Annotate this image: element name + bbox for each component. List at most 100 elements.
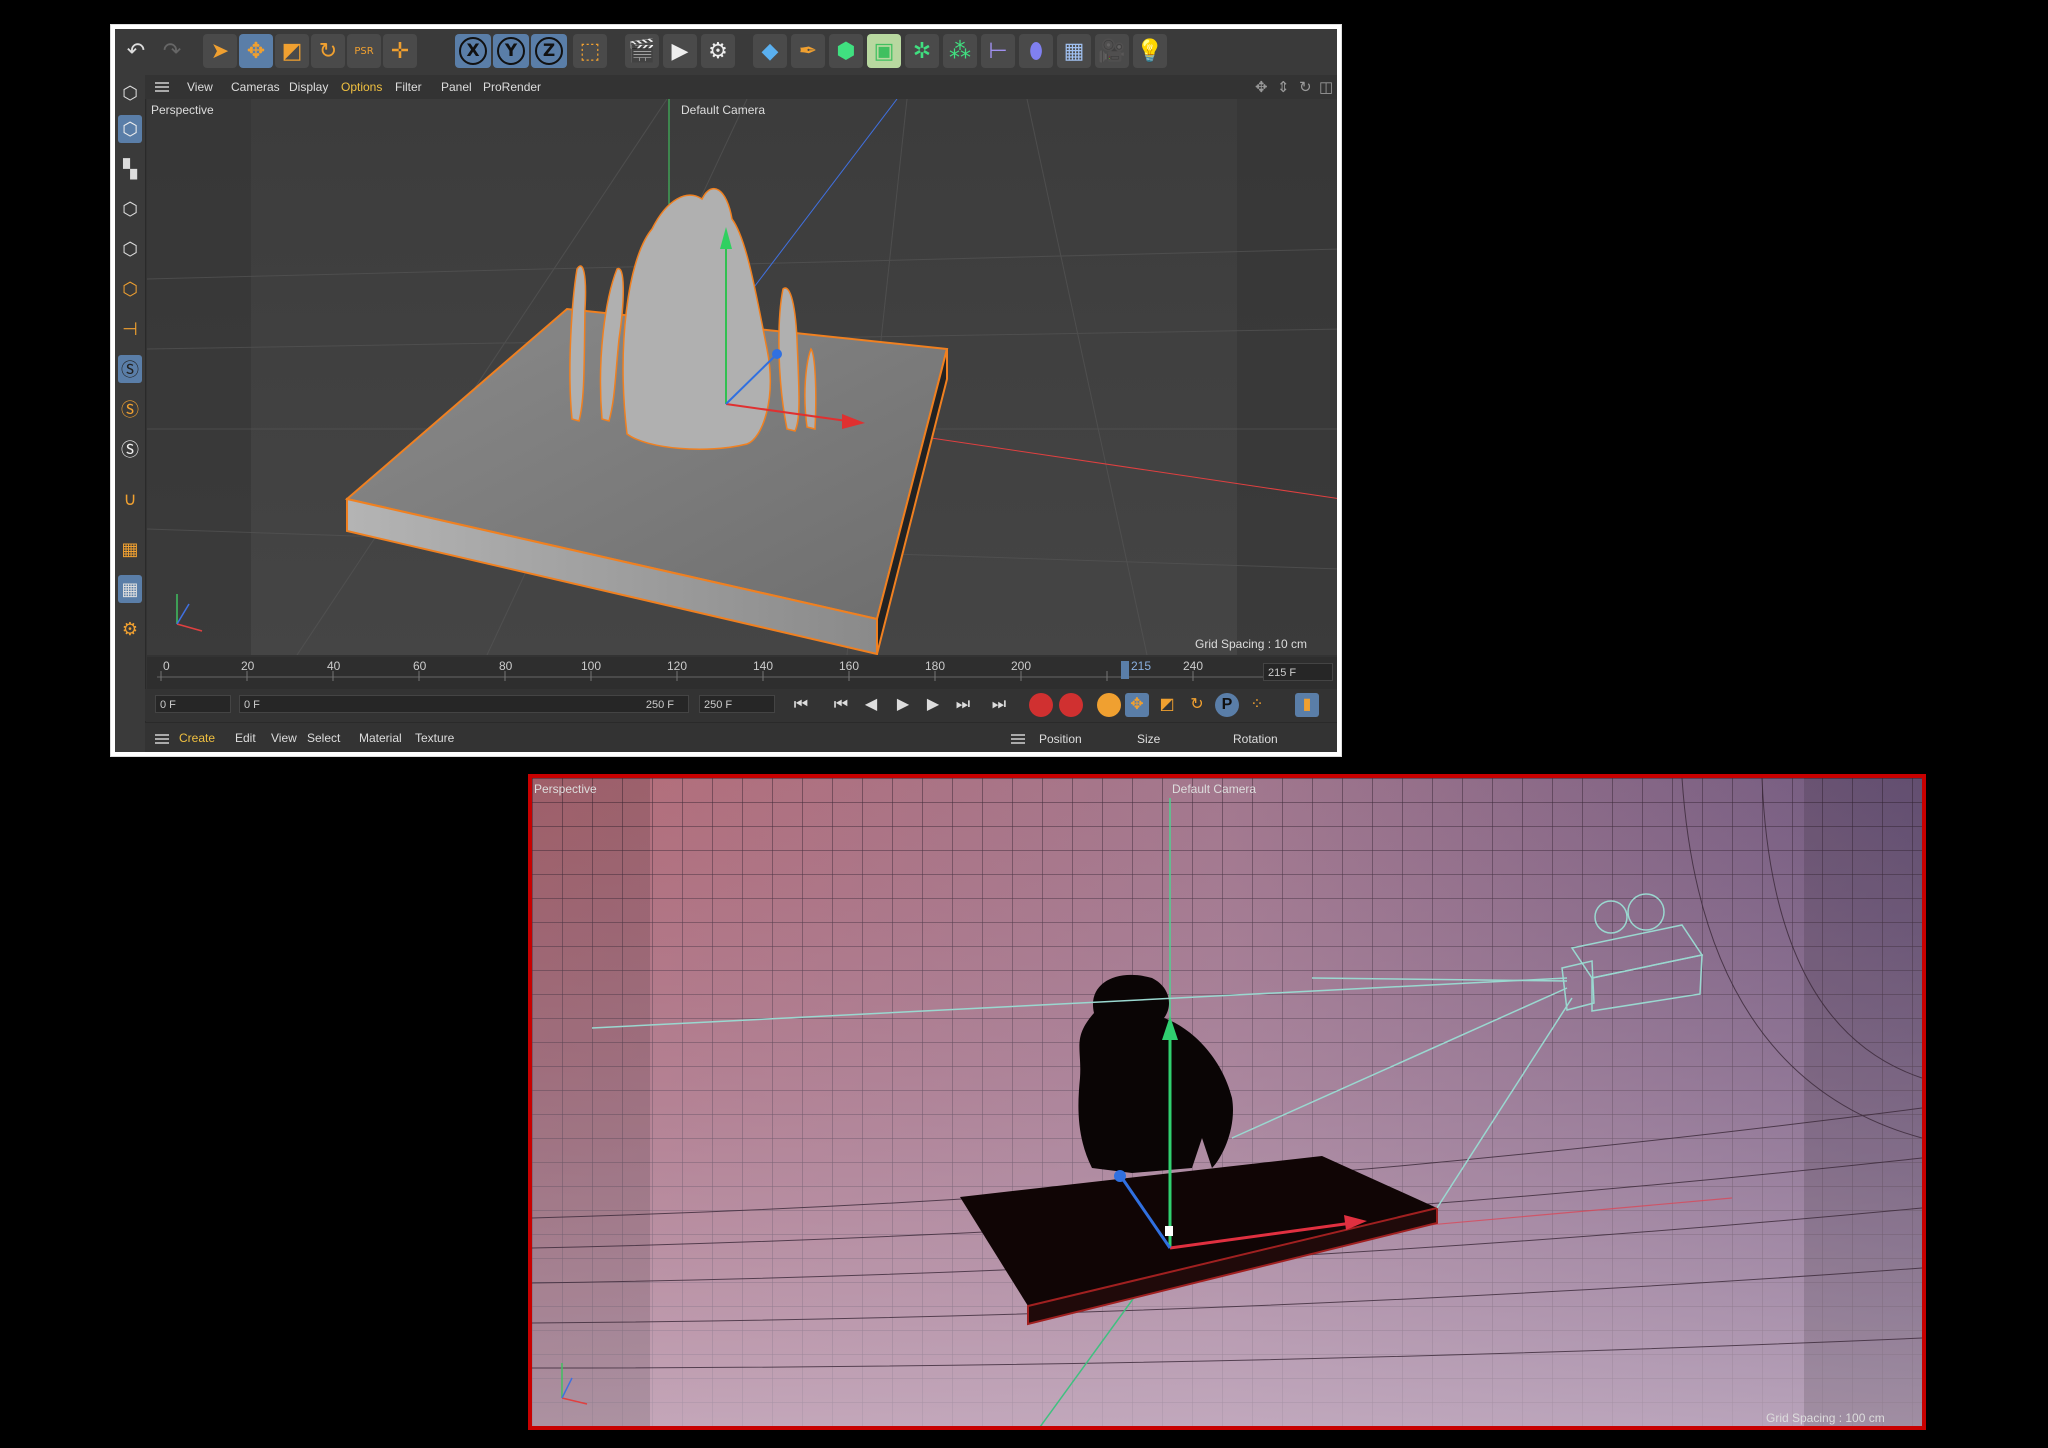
goto-start-icon[interactable]: ⏮ <box>789 693 813 717</box>
menu-material[interactable]: Material <box>359 731 402 745</box>
timeline-tick-200: 200 <box>1011 659 1032 673</box>
field-icon[interactable]: ⬮ <box>1019 34 1053 68</box>
z-axis-lock-button[interactable]: Z <box>531 34 567 68</box>
menu-view[interactable]: View <box>187 80 213 94</box>
snap-settings-icon[interactable]: Ⓢ <box>118 395 142 423</box>
timeline-tick-120: 120 <box>667 659 688 673</box>
timeline-scale <box>157 661 1277 681</box>
y-axis-label: Y <box>497 37 525 65</box>
viewport-layout-icon[interactable]: ◫ <box>1319 78 1333 96</box>
material-menu-icon[interactable] <box>155 734 169 744</box>
prev-frame-icon[interactable]: ◀ <box>859 693 883 717</box>
viewport-scene <box>147 99 1337 655</box>
key-selection-icon[interactable] <box>1097 693 1121 717</box>
range-slider[interactable]: 0 F 250 F <box>239 695 689 713</box>
texture-mode-icon[interactable]: ▚ <box>118 155 142 183</box>
deformer-icon[interactable]: ⊢ <box>981 34 1015 68</box>
menu-select[interactable]: Select <box>307 731 340 745</box>
generator-icon[interactable]: ✲ <box>905 34 939 68</box>
move-icon[interactable]: ✥ <box>239 34 273 68</box>
timeline-tick-160: 160 <box>839 659 860 673</box>
object-mode-icon[interactable]: ⬡ <box>118 115 142 143</box>
c4d-main-area: ↶ ↷ ➤ ✥ ◩ ↻ PSR ✛ X Y Z ⬚ 🎬 ▶ ⚙ ◆ ✒ ⬢ ▣ … <box>115 29 1337 752</box>
menu-view-bottom[interactable]: View <box>271 731 297 745</box>
next-key-icon[interactable]: ⏭ <box>951 693 975 717</box>
menu-panel[interactable]: Panel <box>441 80 472 94</box>
grid-icon[interactable]: ▦ <box>118 575 142 603</box>
tweak-icon[interactable]: ∪ <box>118 485 142 513</box>
start-frame-field[interactable]: 0 F <box>155 695 231 713</box>
key-parameter-icon[interactable]: P <box>1215 693 1239 717</box>
pen-icon[interactable]: ✒ <box>791 34 825 68</box>
coordinate-system-icon[interactable]: ⬚ <box>573 34 607 68</box>
current-frame-field[interactable]: 215 F <box>1263 663 1333 681</box>
timeline-tick-80: 80 <box>499 659 513 673</box>
render-settings-icon[interactable]: ⚙ <box>701 34 735 68</box>
rotate-icon[interactable]: ↻ <box>311 34 345 68</box>
perspective-viewport-render[interactable]: Perspective Default Camera Grid Spacing … <box>528 774 1926 1430</box>
menu-texture[interactable]: Texture <box>415 731 454 745</box>
model-mode-icon[interactable]: ⬡ <box>118 79 142 107</box>
menu-edit[interactable]: Edit <box>235 731 256 745</box>
viewport-menu-icon[interactable] <box>155 82 169 92</box>
edges-mode-icon[interactable]: ⬡ <box>118 235 142 263</box>
locked-workplane-icon[interactable]: ⚙ <box>118 615 142 643</box>
camera-icon[interactable]: 🎥 <box>1095 34 1129 68</box>
render-scene <box>532 778 1922 1426</box>
menu-create[interactable]: Create <box>179 731 215 745</box>
timeline-ruler[interactable]: 0 20 40 60 80 100 120 140 160 180 200 21… <box>147 657 1337 689</box>
range-start-label: 0 F <box>244 699 260 711</box>
key-position-icon[interactable]: ✥ <box>1125 693 1149 717</box>
menu-filter[interactable]: Filter <box>395 80 422 94</box>
render-picture-viewer-icon[interactable]: ▶ <box>663 34 697 68</box>
points-mode-icon[interactable]: ⬡ <box>118 195 142 223</box>
play-icon[interactable]: ▶ <box>891 693 915 717</box>
autokey-icon[interactable] <box>1059 693 1083 717</box>
select-icon[interactable]: ➤ <box>203 34 237 68</box>
x-axis-lock-button[interactable]: X <box>455 34 491 68</box>
y-axis-lock-button[interactable]: Y <box>493 34 529 68</box>
key-scale-icon[interactable]: ◩ <box>1155 693 1179 717</box>
end-frame-field[interactable]: 250 F <box>699 695 775 713</box>
viewport-rotate-icon[interactable]: ↻ <box>1299 78 1312 96</box>
viewport-zoom-icon[interactable]: ⇕ <box>1277 78 1290 96</box>
extrude-icon[interactable]: ▣ <box>867 34 901 68</box>
x-axis-label: X <box>459 37 487 65</box>
timeline-window-icon[interactable]: ▮ <box>1295 693 1319 717</box>
z-axis-label: Z <box>535 37 563 65</box>
coordinates-menu-icon[interactable] <box>1011 734 1025 744</box>
axis-mode-icon[interactable]: ⊣ <box>118 315 142 343</box>
subdivision-icon[interactable]: ⬢ <box>829 34 863 68</box>
array-icon[interactable]: ⁂ <box>943 34 977 68</box>
perspective-viewport[interactable]: Perspective Default Camera Grid Spacing … <box>147 99 1337 655</box>
prev-key-icon[interactable]: ⏮ <box>829 693 853 717</box>
polygons-mode-icon[interactable]: ⬡ <box>118 275 142 303</box>
workplane-icon[interactable]: ▦ <box>118 535 142 563</box>
key-pla-icon[interactable]: ⁘ <box>1245 693 1269 717</box>
transform-icon[interactable]: ✛ <box>383 34 417 68</box>
key-rotation-icon[interactable]: ↻ <box>1185 693 1209 717</box>
timeline-tick-0: 0 <box>163 659 170 673</box>
scale-icon[interactable]: ◩ <box>275 34 309 68</box>
psr-icon[interactable]: PSR <box>347 34 381 68</box>
menu-cameras[interactable]: Cameras <box>231 80 280 94</box>
render-viewport-name-label: Perspective <box>534 782 597 796</box>
workplane-snap-icon[interactable]: Ⓢ <box>118 435 142 463</box>
viewport-move-icon[interactable]: ✥ <box>1255 78 1268 96</box>
position-header: Position <box>1039 732 1082 746</box>
timeline-tick-40: 40 <box>327 659 341 673</box>
floor-icon[interactable]: ▦ <box>1057 34 1091 68</box>
cube-icon[interactable]: ◆ <box>753 34 787 68</box>
redo-icon[interactable]: ↷ <box>155 34 189 68</box>
grid-spacing-label: Grid Spacing : 10 cm <box>1195 637 1308 651</box>
menu-prorender[interactable]: ProRender <box>483 80 541 94</box>
menu-display[interactable]: Display <box>289 80 328 94</box>
record-keyframe-icon[interactable] <box>1029 693 1053 717</box>
menu-options[interactable]: Options <box>341 80 382 94</box>
snap-icon[interactable]: Ⓢ <box>118 355 142 383</box>
goto-end-icon[interactable]: ⏭ <box>987 693 1011 717</box>
light-icon[interactable]: 💡 <box>1133 34 1167 68</box>
next-frame-icon[interactable]: ▶ <box>921 693 945 717</box>
render-view-icon[interactable]: 🎬 <box>625 34 659 68</box>
undo-icon[interactable]: ↶ <box>119 34 153 68</box>
